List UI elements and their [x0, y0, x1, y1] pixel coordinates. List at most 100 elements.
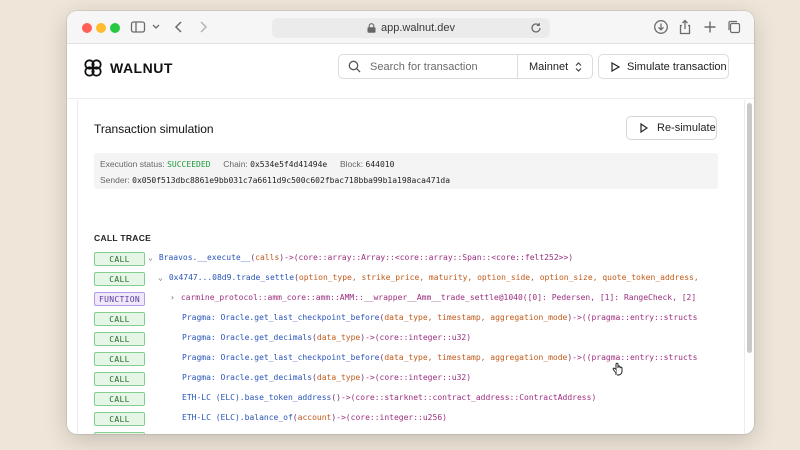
search-box[interactable]	[338, 54, 518, 79]
maximize-window-button[interactable]	[110, 23, 120, 33]
contract-name[interactable]: ETH-LC (ELC).	[182, 413, 245, 422]
return-type: ->(core::starknet::contract_address::Con…	[340, 393, 597, 402]
walnut-logo[interactable]: WALNUT	[83, 58, 173, 78]
trace-call-text: Pragma: Oracle.get_decimals(data_type)->…	[182, 333, 472, 342]
trace-call-text: ETH-LC (ELC).burn(account, amount)->()	[182, 433, 365, 434]
play-icon	[611, 61, 620, 72]
search-input[interactable]	[370, 60, 510, 73]
trace-call-text: ETH-LC (ELC).balance_of(account)->(core:…	[182, 413, 447, 422]
function-name: balance_of	[244, 413, 293, 422]
simulate-transaction-button[interactable]: Simulate transaction	[598, 54, 729, 79]
new-tab-icon[interactable]	[702, 19, 718, 35]
trace-call-text: › carmine_protocol::amm_core::amm::AMM::_…	[170, 293, 696, 302]
search-icon	[348, 60, 361, 73]
function-params: option_type, strike_price, maturity, opt…	[298, 273, 699, 282]
walnut-logo-icon	[84, 59, 102, 77]
contract-name[interactable]: Pragma: Oracle.	[182, 373, 254, 382]
chain-label: Chain:	[223, 159, 248, 169]
function-name: base_token_address	[244, 393, 332, 402]
trace-row[interactable]: CALL ⌄ Braavos.__execute__(calls)->(core::…	[78, 252, 744, 268]
block-value[interactable]: 644010	[366, 160, 395, 169]
trace-type-badge: FUNCTION	[94, 292, 145, 306]
function-params: data_type	[316, 333, 361, 342]
function-name: get_decimals	[254, 373, 313, 382]
trace-row[interactable]: CALL ETH-LC (ELC).burn(account, amount)->…	[78, 432, 744, 434]
contract-name[interactable]: ETH-LC (ELC).	[182, 433, 245, 434]
execution-info-row: Execution status: SUCCEEDED Chain: 0x534…	[100, 159, 394, 169]
function-params: data_type, timestamp, aggregation_mode	[384, 353, 568, 362]
sidebar-icon[interactable]	[130, 19, 146, 35]
expand-toggle-icon[interactable]: ⌄	[148, 253, 153, 262]
trace-row[interactable]: CALL ETH-LC (ELC).balance_of(account)->(c…	[78, 412, 744, 428]
mouse-cursor-icon	[612, 362, 623, 376]
execution-info: Execution status: SUCCEEDED Chain: 0x534…	[94, 153, 718, 189]
back-icon[interactable]	[171, 19, 187, 35]
lock-icon	[367, 23, 376, 33]
function-params: calls	[255, 253, 280, 262]
trace-row[interactable]: FUNCTION › carmine_protocol::amm_core::amm…	[78, 292, 744, 308]
trace-type-badge: CALL	[94, 412, 145, 426]
simulate-transaction-label: Simulate transaction	[627, 60, 727, 73]
contract-name[interactable]: Pragma: Oracle.	[182, 353, 254, 362]
browser-toolbar: app.walnut.dev	[67, 11, 754, 44]
trace-call-text: Pragma: Oracle.get_last_checkpoint_befor…	[182, 353, 698, 362]
status-badge: SUCCEEDED	[167, 160, 211, 169]
trace-type-badge: CALL	[94, 332, 145, 346]
contract-name[interactable]: Pragma: Oracle.	[182, 333, 254, 342]
simulation-panel: Transaction simulation Re-simulate Execu…	[77, 100, 745, 434]
sidebar-chevron-icon[interactable]	[151, 19, 161, 35]
tab-overview-icon[interactable]	[726, 19, 742, 35]
contract-name[interactable]: Pragma: Oracle.	[182, 313, 254, 322]
trace-type-badge: CALL	[94, 312, 145, 326]
share-icon[interactable]	[677, 19, 693, 35]
reload-icon[interactable]	[530, 22, 542, 34]
trace-row[interactable]: CALL Pragma: Oracle.get_last_checkpoint_b…	[78, 352, 744, 368]
return-type: ->(core::integer::u32)	[365, 333, 472, 342]
sender-address[interactable]: 0x050f513dbc8861e9bb031c7a6611d9c500c602…	[132, 176, 450, 185]
return-type: carmine_protocol::amm_core::amm::AMM::__…	[180, 293, 697, 302]
minimize-window-button[interactable]	[96, 23, 106, 33]
trace-row[interactable]: CALL Pragma: Oracle.get_decimals(data_typ…	[78, 372, 744, 388]
function-name: burn	[245, 433, 264, 434]
return-type: ->(core::integer::u32)	[365, 373, 472, 382]
page-title: Transaction simulation	[94, 122, 214, 136]
trace-row[interactable]: CALL ⌄ 0x4747...08d9.trade_settle(option_t…	[78, 272, 744, 288]
function-name: get_last_checkpoint_before	[254, 313, 380, 322]
expand-toggle-icon[interactable]: ⌄	[158, 273, 163, 282]
network-value: Mainnet	[529, 60, 569, 73]
chain-value[interactable]: 0x534e5f4d41494e	[250, 160, 327, 169]
chevron-up-down-icon	[575, 62, 582, 72]
contract-name[interactable]: 0x4747...08d9.	[169, 273, 236, 282]
brand-name: WALNUT	[110, 60, 173, 76]
expand-toggle-icon[interactable]: ›	[170, 293, 175, 302]
play-icon	[640, 123, 648, 133]
close-window-button[interactable]	[82, 23, 92, 33]
trace-call-text: ⌄ Braavos.__execute__(calls)->(core::arra…	[148, 253, 574, 262]
re-simulate-button[interactable]: Re-simulate	[626, 116, 717, 140]
contract-name[interactable]: Braavos.	[159, 253, 198, 262]
function-params: account, amount	[269, 433, 341, 434]
function-params: data_type, timestamp, aggregation_mode	[384, 313, 568, 322]
scrollbar[interactable]	[747, 103, 752, 353]
function-name: get_decimals	[254, 333, 313, 342]
trace-type-badge: CALL	[94, 392, 145, 406]
function-name: trade_settle	[236, 273, 295, 282]
trace-call-text: ⌄ 0x4747...08d9.trade_settle(option_type,…	[158, 273, 699, 282]
return-type: ->()	[346, 433, 365, 434]
trace-row[interactable]: CALL ETH-LC (ELC).base_token_address()->(…	[78, 392, 744, 408]
download-icon[interactable]	[653, 19, 669, 35]
contract-name[interactable]: ETH-LC (ELC).	[182, 393, 245, 402]
trace-type-badge: CALL	[94, 252, 145, 266]
url-text: app.walnut.dev	[381, 22, 455, 34]
forward-icon[interactable]	[195, 19, 211, 35]
function-params: data_type	[316, 373, 361, 382]
network-select[interactable]: Mainnet	[517, 54, 593, 79]
status-label: Execution status:	[100, 159, 165, 169]
trace-type-badge: CALL	[94, 272, 145, 286]
address-bar[interactable]: app.walnut.dev	[272, 18, 550, 38]
trace-call-text: Pragma: Oracle.get_decimals(data_type)->…	[182, 373, 472, 382]
sender-label: Sender:	[100, 175, 130, 185]
trace-row[interactable]: CALL Pragma: Oracle.get_decimals(data_typ…	[78, 332, 744, 348]
browser-window: app.walnut.dev WALNUT Mainnet Simulate t…	[67, 11, 754, 434]
trace-row[interactable]: CALL Pragma: Oracle.get_last_checkpoint_b…	[78, 312, 744, 328]
